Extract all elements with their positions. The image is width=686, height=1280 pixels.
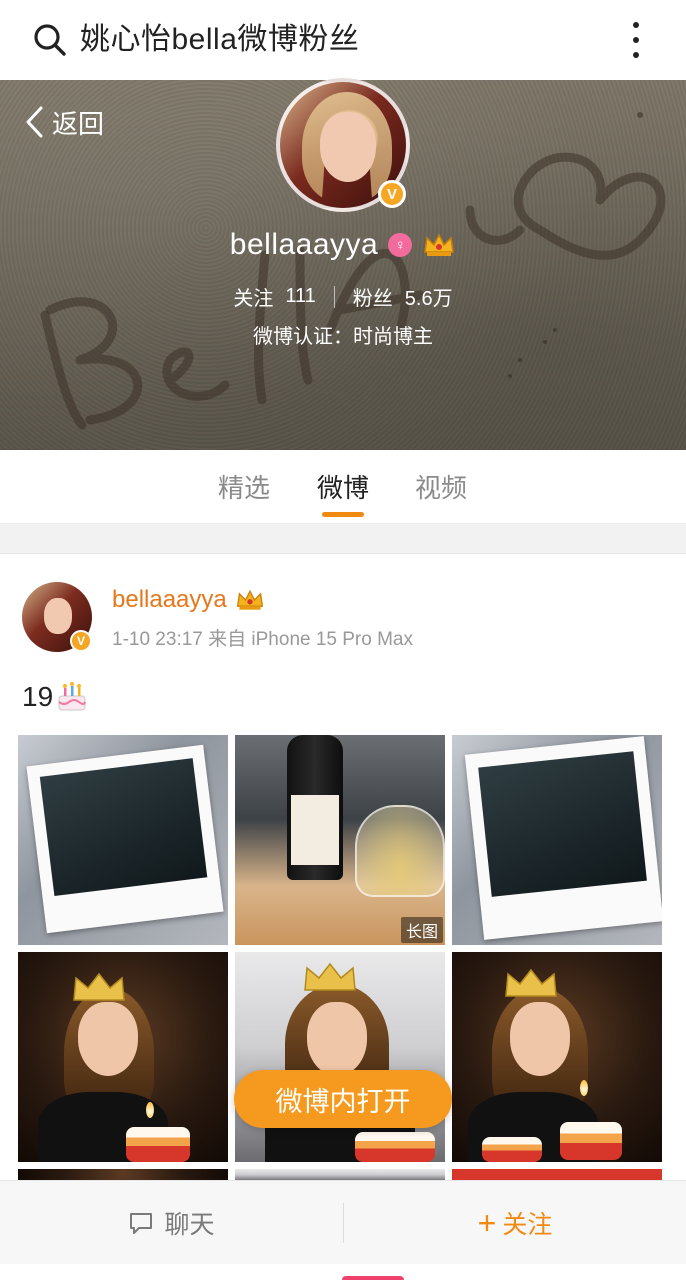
tab-weibo[interactable]: 微博 bbox=[317, 468, 369, 505]
verification-text: 微博认证：时尚博主 bbox=[253, 326, 433, 348]
profile-name: bellaaayya bbox=[229, 228, 379, 261]
stats-divider bbox=[333, 285, 335, 308]
crown-icon bbox=[236, 589, 263, 610]
post-image-4[interactable] bbox=[18, 952, 228, 1162]
crown-icon bbox=[424, 233, 455, 256]
tab-featured[interactable]: 精选 bbox=[218, 468, 270, 505]
long-image-tag: 长图 bbox=[400, 917, 443, 943]
bottom-action-bar: 聊天 + 关注 bbox=[0, 1180, 686, 1264]
open-in-app-button[interactable]: 微博内打开 bbox=[234, 1070, 452, 1128]
chat-bubble-icon bbox=[130, 1213, 153, 1234]
following-label[interactable]: 关注 bbox=[233, 282, 273, 311]
post-text-content: 19 bbox=[22, 681, 54, 712]
follow-button[interactable]: + 关注 bbox=[344, 1181, 686, 1265]
chat-label: 聊天 bbox=[164, 1211, 215, 1239]
birthday-cake-icon bbox=[58, 682, 87, 711]
post-verified-badge: V bbox=[70, 630, 92, 652]
followers-label[interactable]: 粉丝 bbox=[353, 282, 393, 311]
post-image-3[interactable] bbox=[452, 735, 662, 945]
post-image-2[interactable]: 长图 bbox=[235, 735, 445, 945]
search-icon[interactable] bbox=[32, 22, 68, 58]
stats-row: 关注 111 粉丝 5.6万 bbox=[0, 282, 686, 311]
chevron-left-icon bbox=[26, 106, 43, 138]
chat-button[interactable]: 聊天 bbox=[0, 1181, 343, 1265]
search-header: 姚心怡bella微博粉丝 bbox=[0, 0, 686, 80]
verified-badge: V bbox=[378, 180, 406, 208]
post-text: 19 bbox=[22, 680, 89, 714]
following-count[interactable]: 111 bbox=[285, 285, 315, 308]
follow-label: 关注 bbox=[502, 1211, 553, 1239]
bottom-strip bbox=[0, 1264, 686, 1280]
followers-count[interactable]: 5.6万 bbox=[405, 282, 453, 311]
post-image-5[interactable] bbox=[235, 952, 445, 1162]
back-button[interactable]: 返回 bbox=[24, 102, 104, 142]
post-author-row: bellaaayya bbox=[112, 586, 265, 614]
post-meta: 1-10 23:17 来自 iPhone 15 Pro Max bbox=[112, 629, 414, 650]
plus-icon: + bbox=[477, 1205, 497, 1241]
section-gap bbox=[0, 524, 686, 554]
post-image-1[interactable] bbox=[18, 735, 228, 945]
female-icon: ♀ bbox=[388, 233, 413, 257]
search-query[interactable]: 姚心怡bella微博粉丝 bbox=[80, 20, 359, 60]
active-tab-indicator bbox=[322, 512, 364, 517]
tab-videos[interactable]: 视频 bbox=[415, 468, 467, 505]
post-image-6[interactable] bbox=[452, 952, 662, 1162]
back-label: 返回 bbox=[52, 108, 105, 139]
post-author-name[interactable]: bellaaayya bbox=[112, 586, 227, 614]
profile-name-row: bellaaayya ♀ bbox=[0, 228, 686, 262]
more-options-icon[interactable] bbox=[624, 20, 648, 60]
